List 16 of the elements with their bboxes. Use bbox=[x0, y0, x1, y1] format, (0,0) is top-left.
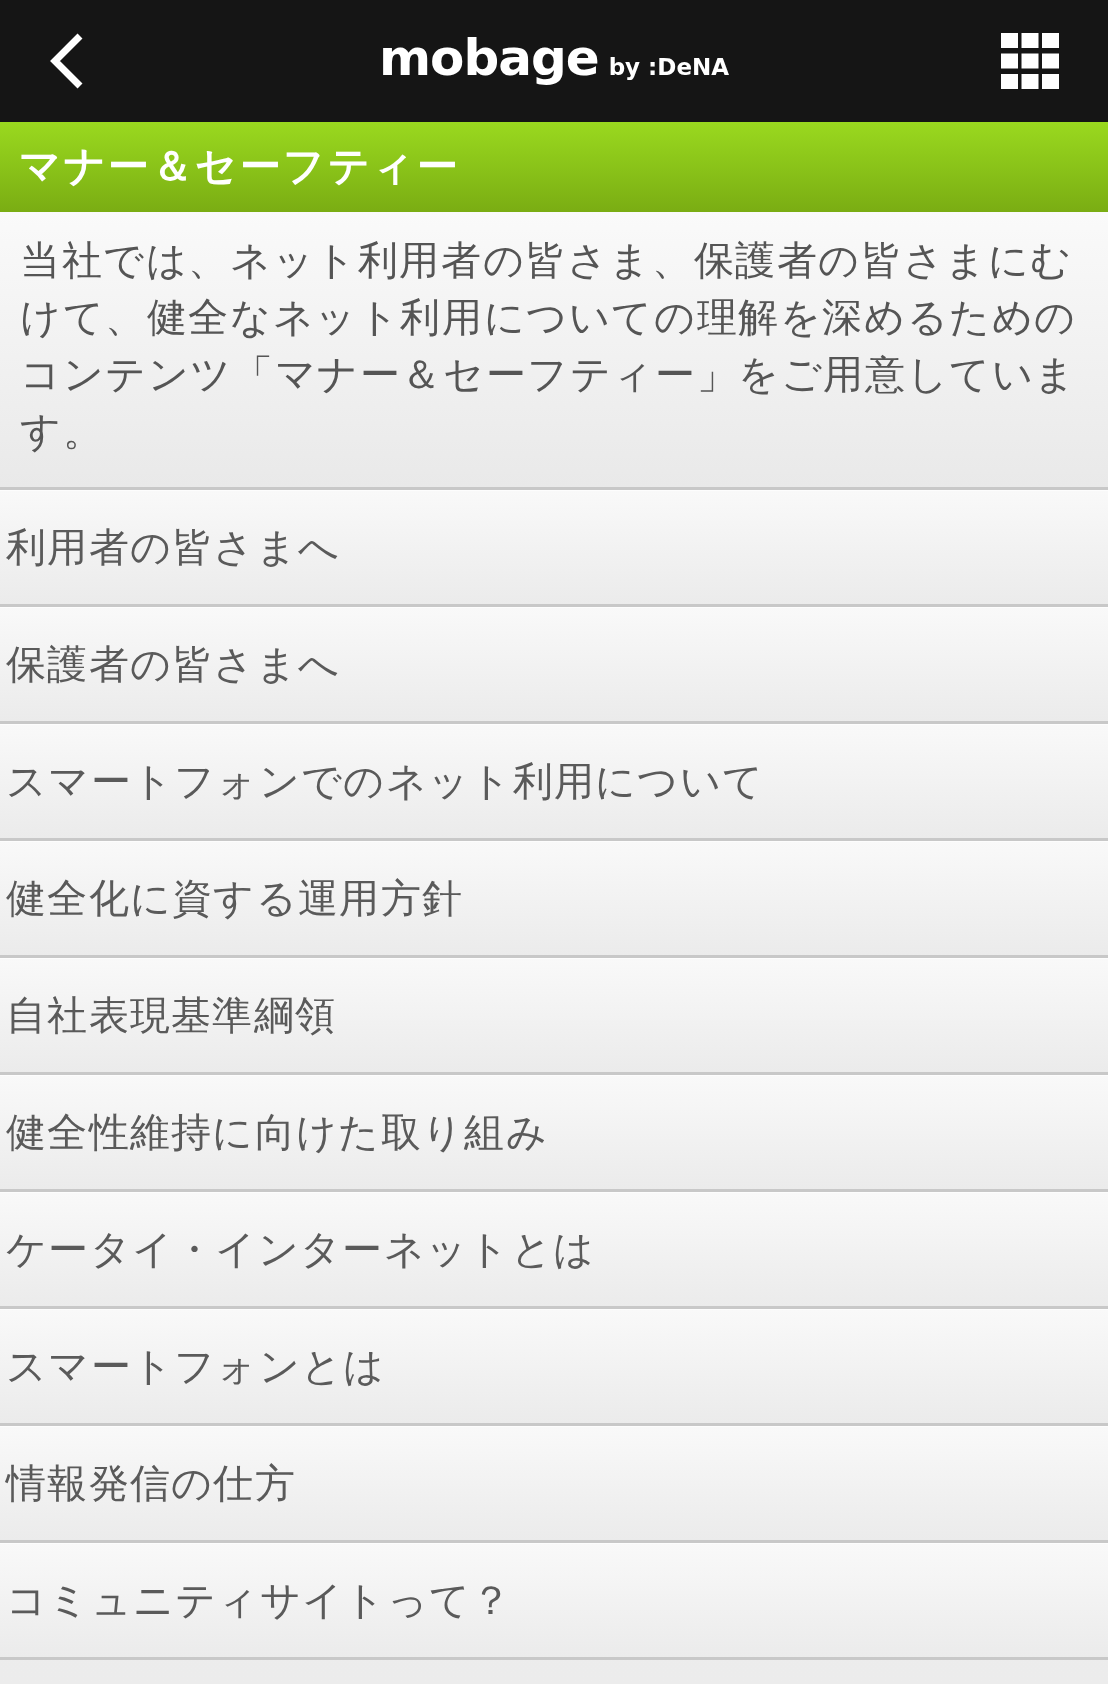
logo-wordmark: mobage bbox=[378, 33, 599, 83]
menu-item[interactable]: スマートフォンとは bbox=[0, 1309, 1108, 1426]
menu-item[interactable]: コミュニティサイトって？ bbox=[0, 1543, 1108, 1660]
section-title: マナー＆セーフティー bbox=[19, 142, 460, 192]
intro-text: 当社では、ネット利用者の皆さま、保護者の皆さまにむけて、健全なネット利用についての理解を深めるためのコンテンツ「マナー＆セーフティー」をご用意しています。 bbox=[20, 236, 1078, 456]
menu-item[interactable]: スマートフォンでのネット利用について bbox=[0, 724, 1108, 841]
menu-item[interactable]: 自社表現基準綱領 bbox=[0, 958, 1108, 1075]
back-icon[interactable] bbox=[49, 33, 85, 89]
menu-item[interactable]: 利用者の皆さまへ bbox=[0, 490, 1108, 607]
menu-item[interactable]: ケータイ・インターネットとは bbox=[0, 1192, 1108, 1309]
menu-item[interactable]: 保護者の皆さまへ bbox=[0, 607, 1108, 724]
logo-byline: by :DeNA bbox=[608, 56, 730, 79]
menu-item[interactable]: 健全化に資する運用方針 bbox=[0, 841, 1108, 958]
menu-item[interactable]: 情報発信の仕方 bbox=[0, 1426, 1108, 1543]
menu-item[interactable]: 健全性維持に向けた取り組み bbox=[0, 1075, 1108, 1192]
grid-menu-icon[interactable] bbox=[1001, 33, 1059, 89]
